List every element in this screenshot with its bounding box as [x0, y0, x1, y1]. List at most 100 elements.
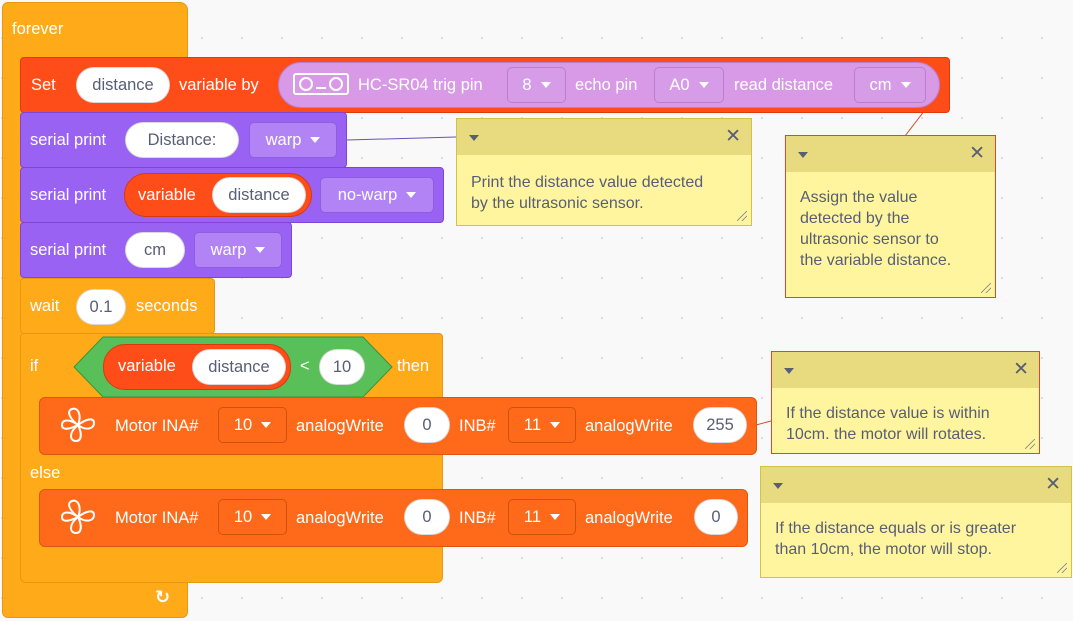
resize-grip-icon[interactable] [737, 211, 747, 221]
chevron-down-icon [550, 422, 561, 428]
inb-pin-dropdown[interactable]: 11 [508, 499, 576, 535]
note-header[interactable] [786, 136, 995, 172]
ultrasonic-sensor-icon [293, 73, 349, 95]
note-text-line: If the distance value is within [786, 405, 990, 422]
comment-note-3[interactable]: ✕ If the distance value is within 10cm. … [771, 351, 1040, 454]
set-label: Set [31, 76, 56, 94]
trig-pin-value: 8 [522, 75, 532, 94]
analogwrite-label: analogWrite [585, 509, 673, 527]
wait-seconds-input[interactable]: 0.1 [76, 289, 126, 325]
wait-label: wait [30, 297, 60, 315]
resize-grip-icon[interactable] [1025, 439, 1035, 449]
operator-symbol: < [300, 357, 310, 375]
ina-pin-value: 10 [233, 415, 253, 434]
chevron-down-icon [540, 82, 551, 88]
close-icon[interactable]: ✕ [969, 144, 985, 163]
note-text-line: by the ultrasonic sensor. [471, 195, 644, 212]
close-icon[interactable]: ✕ [1013, 360, 1029, 379]
note-text-line: detected by the [800, 210, 910, 227]
else-label: else [30, 464, 61, 482]
analogwrite-label: analogWrite [296, 509, 384, 527]
analogwrite-label: analogWrite [585, 417, 673, 435]
inb-analogwrite-input[interactable]: 0 [694, 499, 738, 535]
serial-mode-value: no-warp [337, 185, 398, 204]
echo-pin-dropdown[interactable]: A0 [654, 67, 724, 103]
collapse-caret-icon[interactable] [773, 483, 783, 489]
variable-name-field[interactable]: distance [212, 177, 306, 213]
chevron-down-icon [900, 82, 911, 88]
note-text-line: 10cm. the motor will rotates. [786, 426, 987, 443]
comment-note-4[interactable]: ✕ If the distance equals or is greater t… [760, 466, 1072, 578]
read-distance-label: read distance [734, 76, 834, 94]
collapse-caret-icon[interactable] [798, 152, 808, 158]
sensor-label: HC-SR04 trig pin [358, 76, 483, 94]
then-label: then [397, 357, 430, 375]
note-header[interactable] [457, 119, 751, 155]
close-icon[interactable]: ✕ [725, 127, 741, 146]
note-text-line: than 10cm, the motor will stop. [775, 541, 992, 558]
resize-grip-icon[interactable] [1057, 563, 1067, 573]
serial-mode-dropdown[interactable]: warp [249, 122, 337, 158]
unit-dropdown[interactable]: cm [854, 67, 926, 103]
collapse-caret-icon[interactable] [469, 135, 479, 141]
ina-analogwrite-input[interactable]: 0 [404, 499, 450, 535]
serial-mode-dropdown[interactable]: warp [194, 232, 282, 268]
echo-pin-label: echo pin [575, 76, 638, 94]
variable-label: variable [138, 186, 196, 204]
motor-inb-label: INB# [459, 509, 496, 527]
chevron-down-icon [406, 192, 417, 198]
note-connector-3 [755, 420, 772, 426]
if-label: if [30, 357, 39, 375]
note-text-line: Print the distance value detected [471, 174, 704, 191]
note-text-line: the variable distance. [800, 252, 952, 269]
serial-print-label: serial print [30, 131, 107, 149]
comment-note-2[interactable]: ✕ Assign the value detected by the ultra… [785, 135, 996, 298]
note-header[interactable] [761, 467, 1071, 503]
chevron-down-icon [698, 82, 709, 88]
serial-text-input[interactable]: cm [125, 232, 185, 268]
note-header[interactable] [772, 352, 1039, 388]
variable-label: variable [118, 357, 176, 375]
ina-analogwrite-input[interactable]: 0 [404, 407, 450, 443]
serial-mode-dropdown[interactable]: no-warp [320, 177, 434, 213]
chevron-down-icon [261, 514, 272, 520]
variable-by-label: variable by [179, 76, 259, 94]
set-variable-field[interactable]: distance [76, 67, 170, 103]
close-icon[interactable]: ✕ [1045, 475, 1061, 494]
serial-print-label: serial print [30, 241, 107, 259]
motor-inb-label: INB# [459, 417, 496, 435]
forever-label: forever [12, 20, 64, 38]
ina-pin-dropdown[interactable]: 10 [218, 407, 287, 443]
serial-print-label: serial print [30, 186, 107, 204]
seconds-label: seconds [136, 297, 198, 315]
chevron-down-icon [261, 422, 272, 428]
note-text-line: ultrasonic sensor to [800, 231, 939, 248]
comment-note-1[interactable]: ✕ Print the distance value detected by t… [456, 118, 752, 226]
unit-value: cm [869, 75, 892, 94]
echo-pin-value: A0 [669, 75, 690, 94]
serial-mode-value: warp [210, 240, 247, 259]
inb-pin-value: 11 [523, 415, 542, 434]
note-text-line: Assign the value [800, 189, 918, 206]
analogwrite-label: analogWrite [296, 417, 384, 435]
inb-pin-dropdown[interactable]: 11 [508, 407, 576, 443]
chevron-down-icon [255, 247, 266, 253]
trig-pin-dropdown[interactable]: 8 [507, 67, 566, 103]
chevron-down-icon [550, 514, 561, 520]
compare-value-input[interactable]: 10 [319, 349, 365, 385]
fan-icon [60, 499, 96, 535]
motor-ina-label: Motor INA# [115, 417, 199, 435]
resize-grip-icon[interactable] [981, 283, 991, 293]
inb-analogwrite-input[interactable]: 255 [693, 407, 747, 443]
variable-name-field[interactable]: distance [192, 349, 286, 385]
note-text-line: If the distance equals or is greater [775, 520, 1017, 537]
ina-pin-value: 10 [233, 507, 253, 526]
ina-pin-dropdown[interactable]: 10 [218, 499, 287, 535]
collapse-caret-icon[interactable] [784, 368, 794, 374]
serial-text-input[interactable]: Distance: [125, 122, 239, 158]
serial-mode-value: warp [265, 130, 302, 149]
motor-ina-label: Motor INA# [115, 509, 199, 527]
inb-pin-value: 11 [523, 507, 542, 526]
loop-arrow-icon: ↻ [155, 587, 171, 607]
fan-icon [60, 407, 96, 443]
